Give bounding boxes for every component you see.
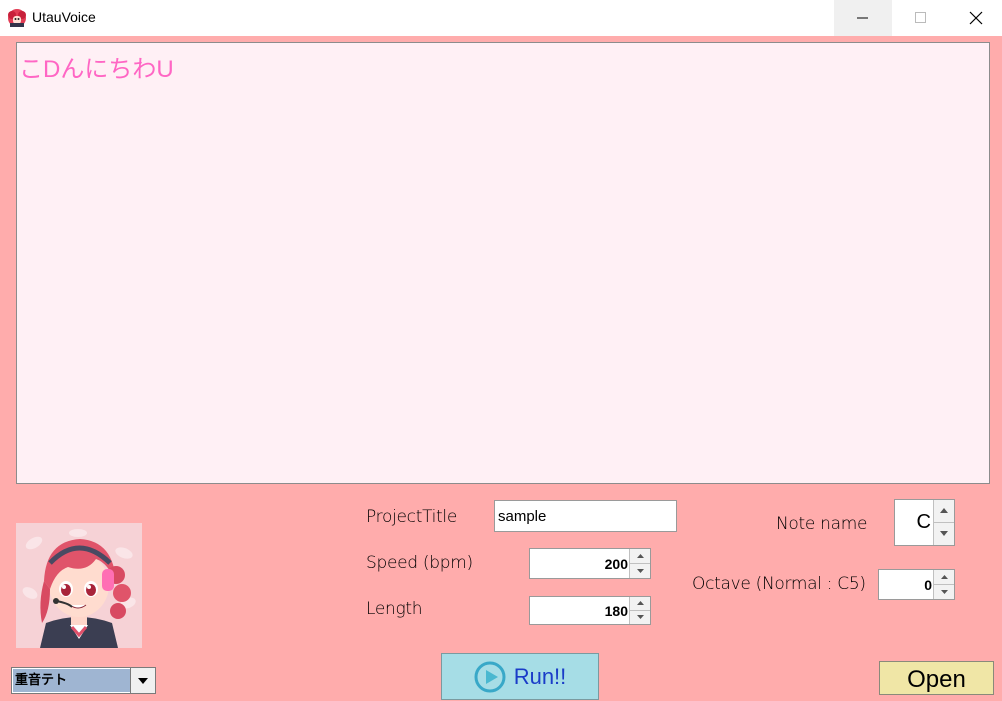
speed-decrement-button[interactable] — [630, 564, 650, 579]
note-name-label: Note name — [776, 514, 868, 534]
arrow-down-icon — [636, 568, 644, 573]
note-name-value[interactable]: C — [895, 500, 933, 545]
octave-decrement-button[interactable] — [934, 585, 954, 600]
octave-spinner[interactable]: 0 — [878, 569, 955, 600]
speed-value[interactable]: 200 — [530, 549, 630, 578]
voice-select-value: 重音テト — [13, 669, 131, 692]
maximize-icon — [915, 12, 926, 23]
arrow-down-icon — [940, 589, 948, 594]
minimize-icon — [857, 17, 868, 19]
play-icon — [474, 661, 506, 692]
close-icon — [969, 11, 983, 25]
octave-increment-button[interactable] — [934, 570, 954, 585]
app-icon — [6, 7, 28, 29]
arrow-down-icon — [636, 615, 644, 620]
speed-increment-button[interactable] — [630, 549, 650, 564]
voice-select[interactable]: 重音テト — [11, 667, 156, 694]
note-name-up-button[interactable] — [934, 500, 954, 523]
voice-avatar — [16, 523, 142, 648]
length-increment-button[interactable] — [630, 597, 650, 611]
arrow-down-icon — [940, 531, 948, 537]
speed-spinner[interactable]: 200 — [529, 548, 651, 579]
note-name-down-button[interactable] — [934, 523, 954, 546]
maximize-button[interactable] — [892, 0, 950, 36]
minimize-button[interactable] — [834, 0, 892, 36]
arrow-up-icon — [940, 508, 948, 514]
arrow-up-icon — [940, 574, 948, 579]
length-spinner[interactable]: 180 — [529, 596, 651, 625]
speed-label: Speed (bpm) — [366, 553, 473, 573]
chevron-down-icon — [138, 677, 148, 684]
voice-dropdown-button[interactable] — [130, 668, 155, 693]
close-button[interactable] — [950, 0, 1002, 36]
length-label: Length — [366, 599, 423, 619]
open-button[interactable]: Open — [879, 661, 994, 695]
project-title-label: ProjectTitle — [366, 507, 457, 527]
arrow-up-icon — [636, 601, 644, 606]
project-title-input[interactable] — [494, 500, 677, 532]
octave-label: Octave (Normal : C5) — [692, 574, 866, 594]
octave-value[interactable]: 0 — [879, 570, 934, 599]
note-name-spinner[interactable]: C — [894, 499, 955, 546]
run-button[interactable]: Run!! — [441, 653, 599, 700]
main-window: こDんにちわU 重音テト ProjectTitle sample Speed (… — [0, 36, 1002, 701]
arrow-up-icon — [636, 553, 644, 558]
window-title: UtauVoice — [32, 9, 96, 25]
length-decrement-button[interactable] — [630, 611, 650, 625]
title-bar[interactable]: UtauVoice — [0, 0, 1002, 36]
length-value[interactable]: 180 — [530, 597, 630, 624]
lyrics-textarea[interactable]: こDんにちわU — [16, 42, 990, 484]
run-button-label: Run!! — [513, 663, 567, 689]
